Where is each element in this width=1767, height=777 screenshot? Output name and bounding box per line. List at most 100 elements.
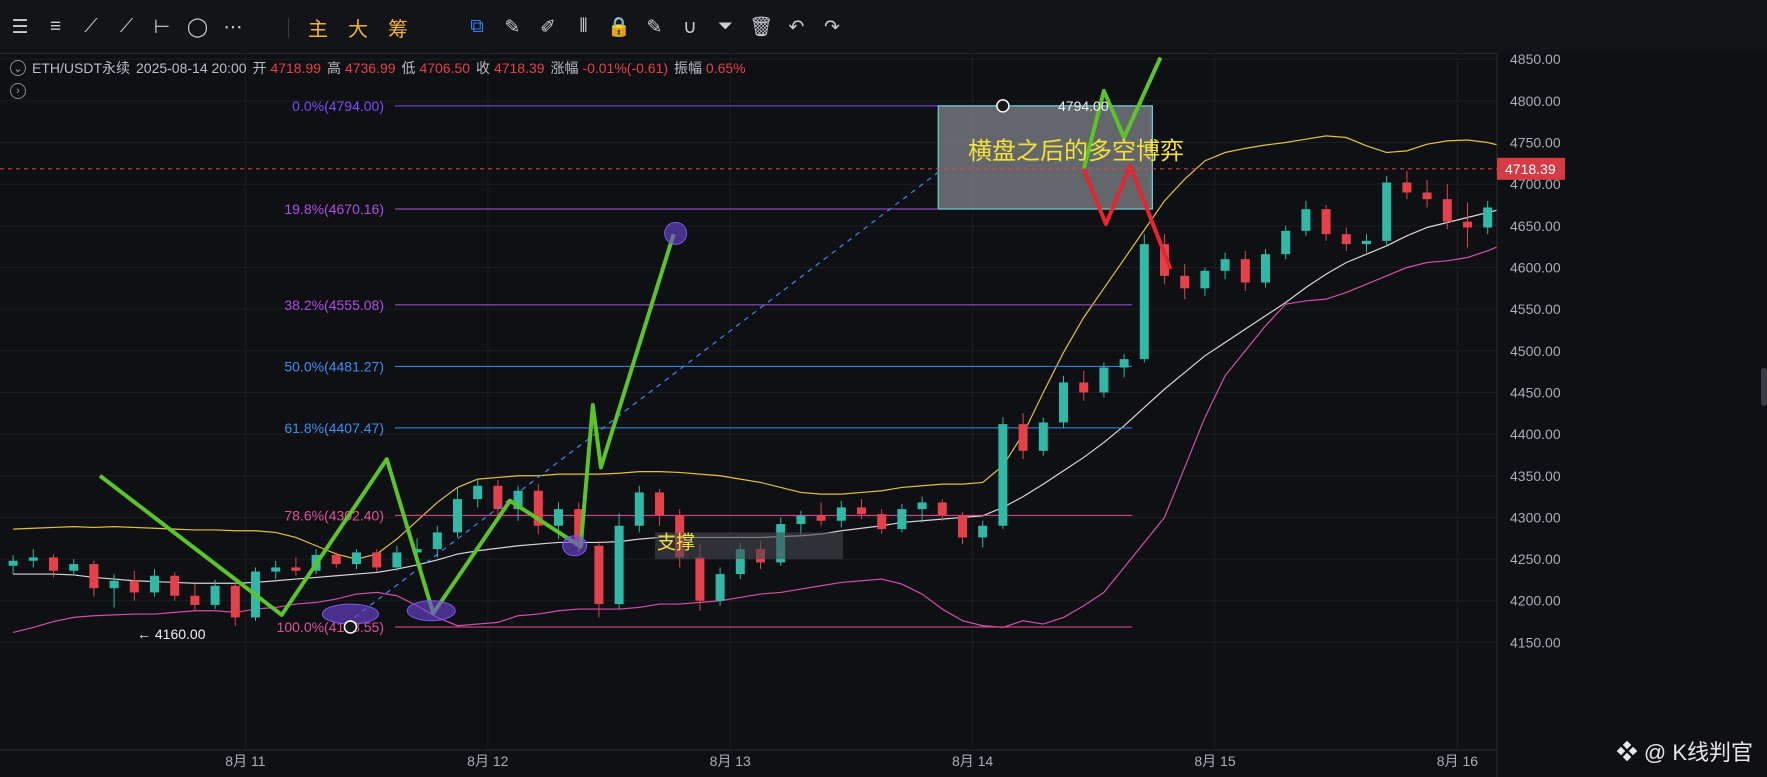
ray-line-icon[interactable]: ⟋ bbox=[110, 12, 144, 42]
pen-icon[interactable]: ✐ bbox=[531, 12, 565, 42]
candle-body bbox=[210, 585, 220, 605]
candle-body bbox=[109, 580, 119, 589]
expand-chevron-icon[interactable]: › bbox=[10, 83, 26, 99]
candle-body bbox=[1321, 209, 1331, 235]
collapse-chevron-icon[interactable]: ⌄ bbox=[10, 60, 26, 76]
low-label: 低 bbox=[401, 60, 416, 76]
y-tick-label: 4750.00 bbox=[1510, 135, 1561, 151]
x-tick-label: 8月 13 bbox=[710, 753, 751, 769]
x-tick-label: 8月 12 bbox=[467, 753, 508, 769]
candle-body bbox=[49, 557, 58, 571]
magnet-icon[interactable]: ∪ bbox=[673, 12, 707, 42]
menu-icon[interactable]: ☰ bbox=[3, 12, 37, 42]
dashed-trend-line[interactable] bbox=[354, 168, 943, 618]
fib-level-label: 19.8%(4670.16) bbox=[284, 201, 384, 217]
grid-lines bbox=[0, 53, 1497, 750]
open-label: 开 bbox=[252, 60, 267, 76]
candle-body bbox=[897, 509, 907, 530]
pivot-ellipse[interactable] bbox=[664, 221, 688, 245]
candle-body bbox=[1301, 209, 1311, 231]
candle-body bbox=[816, 515, 826, 521]
y-tick-label: 4200.00 bbox=[1510, 593, 1561, 609]
chip-distribution-button[interactable]: 筹 bbox=[381, 12, 415, 42]
note-icon[interactable]: ✎ bbox=[638, 12, 672, 42]
drawings[interactable]: 支撑 ← 4160.00 4794.00 横盘之后的多空博弈 bbox=[98, 56, 1184, 643]
candle-body bbox=[291, 567, 301, 571]
range-caption: 横盘之后的多空博弈 bbox=[968, 137, 1184, 165]
candle-body bbox=[998, 424, 1008, 526]
lock-icon[interactable]: 🔒 bbox=[602, 12, 636, 42]
candle-body bbox=[857, 507, 866, 515]
axes: 4150.00 4200.00 4250.00 4300.00 4350.00 4400.… bbox=[0, 53, 1767, 777]
candle-body bbox=[614, 525, 624, 605]
candle-body bbox=[372, 552, 382, 568]
candle-body bbox=[89, 564, 99, 589]
x-tick-label: 8月 16 bbox=[1437, 753, 1478, 769]
candle-body bbox=[1200, 270, 1210, 289]
y-tick-label: 4600.00 bbox=[1510, 259, 1561, 275]
y-tick-label: 4250.00 bbox=[1510, 551, 1561, 567]
redo-icon[interactable]: ↷ bbox=[815, 12, 849, 42]
candle-body bbox=[978, 525, 988, 538]
candle-body bbox=[1240, 259, 1250, 283]
candle-body bbox=[1362, 240, 1371, 245]
horizontal-lines-icon[interactable]: ≡ bbox=[39, 12, 73, 42]
candle-body bbox=[715, 574, 725, 601]
zigzag-path[interactable] bbox=[98, 233, 676, 617]
candle-body bbox=[1059, 382, 1068, 423]
datetime-label: 2025-08-14 20:00 bbox=[136, 60, 247, 76]
filter-icon[interactable]: ⏷ bbox=[709, 12, 743, 42]
fib-anchor-high[interactable] bbox=[996, 99, 1010, 113]
watermark-text: @ K线判官 bbox=[1643, 740, 1753, 765]
candle-body bbox=[695, 557, 705, 601]
candle-body bbox=[1261, 254, 1270, 283]
candle-body bbox=[28, 557, 38, 561]
toolbar-divider bbox=[288, 18, 289, 38]
drawing-toolbar: ☰ ≡ ⟋ ⟋ ⊢ ◯ ⋯ 主 大 筹 ⧉ ✎ ✐ ⫴ 🔒 ✎ ∪ ⏷ 🗑 ↶ ↷ bbox=[0, 0, 1767, 54]
pivot-ellipse[interactable] bbox=[562, 535, 588, 557]
candle-body bbox=[1099, 367, 1109, 393]
change-value: -0.01%(-0.61) bbox=[582, 60, 669, 76]
x-tick-label: 8月 14 bbox=[952, 753, 993, 769]
candle-body bbox=[331, 554, 341, 565]
watermark: @ K线判官 bbox=[1616, 735, 1753, 767]
candle-body bbox=[1018, 424, 1028, 451]
fib-level-label: 0.0%(4794.00) bbox=[292, 98, 384, 114]
candle-body bbox=[150, 575, 159, 593]
brush-icon[interactable]: ✎ bbox=[496, 12, 530, 42]
candle-body bbox=[1079, 382, 1089, 393]
measure-icon[interactable]: ⧉ bbox=[460, 12, 494, 42]
support-label: 支撑 bbox=[657, 531, 695, 553]
big-order-button[interactable]: 大 bbox=[341, 12, 375, 42]
y-tick-label: 4400.00 bbox=[1510, 426, 1561, 442]
change-label: 涨幅 bbox=[550, 60, 579, 76]
undo-icon[interactable]: ↶ bbox=[780, 12, 814, 42]
horizontal-ray-icon[interactable]: ⊢ bbox=[145, 12, 179, 42]
trash-icon[interactable]: 🗑 bbox=[744, 12, 778, 42]
last-price-label: 4718.39 bbox=[1505, 161, 1556, 177]
candle-body bbox=[937, 502, 947, 516]
candle-body bbox=[1220, 259, 1230, 271]
main-indicator-button[interactable]: 主 bbox=[301, 12, 335, 42]
amplitude-label: 振幅 bbox=[674, 60, 703, 76]
ellipse-icon[interactable]: ◯ bbox=[181, 12, 215, 42]
candle-body bbox=[271, 567, 281, 572]
y-tick-label: 4450.00 bbox=[1510, 384, 1561, 400]
more-icon[interactable]: ⋯ bbox=[216, 12, 250, 42]
x-tick-label: 8月 15 bbox=[1194, 753, 1235, 769]
candle-body bbox=[170, 575, 180, 596]
y-tick-label: 4550.00 bbox=[1510, 301, 1561, 317]
candle-body bbox=[1442, 199, 1452, 222]
y-tick-label: 4650.00 bbox=[1510, 218, 1561, 234]
pivot-ellipse[interactable] bbox=[406, 600, 456, 622]
candlestick-chart[interactable]: 0.0%(4794.00) 19.8%(4670.16) 38.2%(4555.08… bbox=[0, 53, 1767, 777]
trend-line-icon[interactable]: ⟋ bbox=[74, 12, 108, 42]
candle-body bbox=[655, 492, 664, 516]
candle-tool-icon[interactable]: ⫴ bbox=[567, 12, 601, 42]
y-tick-label: 4500.00 bbox=[1510, 343, 1561, 359]
price-scroll-handle[interactable] bbox=[1761, 368, 1767, 406]
candle-body bbox=[634, 492, 644, 526]
candle-body bbox=[1038, 422, 1048, 451]
exchange-logo-icon bbox=[1616, 740, 1638, 762]
fib-anchor-low[interactable] bbox=[343, 620, 358, 634]
